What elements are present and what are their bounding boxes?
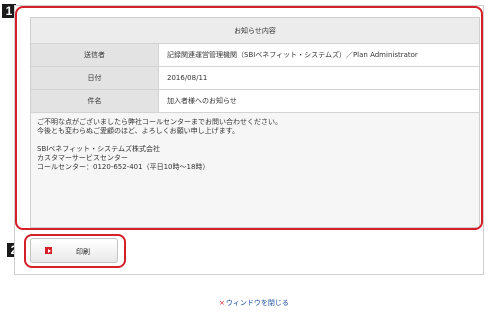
play-arrow-icon — [45, 247, 52, 254]
print-button-label: 印刷 — [76, 248, 90, 256]
close-icon: × — [219, 299, 225, 307]
close-window-link[interactable]: × ウィンドウを閉じる — [219, 298, 289, 308]
highlight-box-notice — [15, 6, 483, 230]
close-window-label: ウィンドウを閉じる — [225, 299, 289, 307]
print-button[interactable]: 印刷 — [30, 238, 118, 263]
